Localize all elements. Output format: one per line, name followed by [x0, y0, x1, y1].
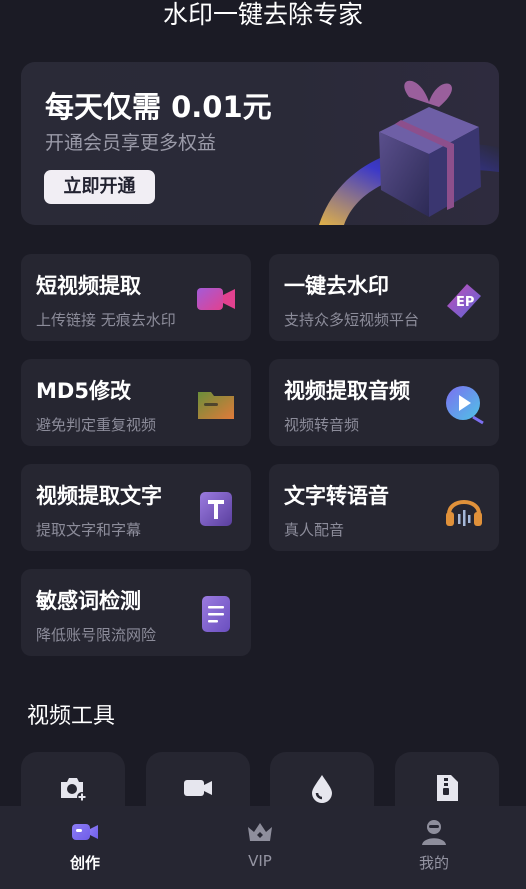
page-title: 水印一键去除专家	[162, 0, 363, 29]
video-camera-icon	[184, 780, 212, 796]
card-title: 一键去水印	[284, 274, 389, 298]
svg-text:EP: EP	[456, 295, 474, 310]
play-disc-icon	[446, 386, 484, 425]
feature-card-video-to-text[interactable]: 视频提取文字 提取文字和字幕	[21, 464, 251, 551]
card-subtitle: 支持众多短视频平台	[284, 311, 420, 329]
vip-banner[interactable]: 每天仅需 0.01元 开通会员享更多权益 立即开通	[21, 62, 499, 225]
card-title: 视频提取音频	[284, 379, 410, 403]
gift-box-icon	[319, 80, 499, 225]
tab-label: VIP	[248, 852, 272, 870]
card-title: MD5修改	[36, 379, 131, 403]
water-drop-icon	[312, 775, 332, 803]
activate-vip-button[interactable]: 立即开通	[44, 170, 155, 204]
camera-add-icon	[61, 778, 87, 802]
eraser-icon: EP	[447, 284, 481, 318]
tab-create[interactable]: 创作	[25, 806, 145, 889]
video-camera-icon	[72, 824, 98, 840]
banner-title: 每天仅需 0.01元	[45, 90, 272, 124]
tab-label: 我的	[418, 854, 449, 872]
tab-vip[interactable]: VIP	[200, 806, 320, 889]
feature-card-remove-watermark[interactable]: 一键去水印 支持众多短视频平台 EP	[269, 254, 499, 341]
card-title: 敏感词检测	[36, 589, 141, 613]
card-subtitle: 视频转音频	[284, 416, 360, 434]
tab-label: 创作	[69, 854, 100, 872]
crown-icon	[248, 823, 272, 841]
folder-icon	[198, 392, 234, 419]
card-subtitle: 提取文字和字幕	[36, 521, 142, 539]
card-title: 短视频提取	[36, 274, 141, 298]
document-lines-icon	[202, 596, 230, 632]
headphones-icon	[446, 500, 482, 526]
text-t-icon	[200, 492, 232, 526]
card-subtitle: 上传链接 无痕去水印	[36, 311, 176, 329]
video-camera-icon	[197, 288, 235, 310]
card-subtitle: 降低账号限流网险	[36, 626, 157, 644]
zip-file-icon	[437, 775, 458, 801]
tab-mine[interactable]: 我的	[374, 806, 494, 889]
feature-card-md5-modify[interactable]: MD5修改 避免判定重复视频	[21, 359, 251, 446]
card-subtitle: 真人配音	[284, 521, 345, 539]
card-subtitle: 避免判定重复视频	[36, 416, 157, 434]
card-title: 视频提取文字	[36, 484, 162, 508]
feature-card-text-to-speech[interactable]: 文字转语音 真人配音	[269, 464, 499, 551]
user-icon	[422, 820, 446, 845]
card-title: 文字转语音	[284, 484, 389, 508]
feature-card-video-to-audio[interactable]: 视频提取音频 视频转音频	[269, 359, 499, 446]
banner-subtitle: 开通会员享更多权益	[45, 132, 217, 154]
feature-card-sensitive-word-check[interactable]: 敏感词检测 降低账号限流网险	[21, 569, 251, 656]
section-title-video-tools: 视频工具	[27, 704, 116, 729]
bottom-tab-bar: 创作 VIP 我的	[0, 806, 526, 889]
feature-card-short-video-extract[interactable]: 短视频提取 上传链接 无痕去水印	[21, 254, 251, 341]
